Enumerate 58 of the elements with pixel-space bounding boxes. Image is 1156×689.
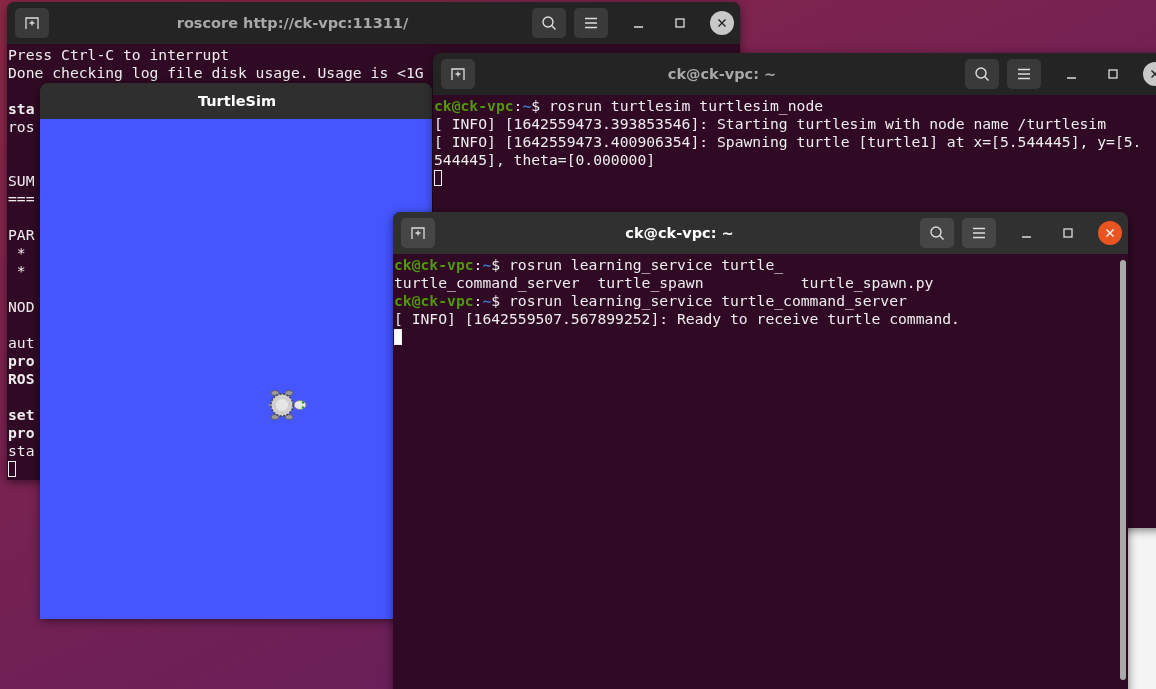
terminal-line: Press Ctrl-C to interrupt [8, 46, 230, 64]
terminal-line: pro [8, 352, 35, 370]
scrollbar-thumb[interactable] [1120, 260, 1126, 680]
terminal-line: NOD [8, 298, 35, 316]
close-button[interactable] [710, 11, 734, 35]
new-tab-icon [24, 15, 40, 31]
new-tab-icon [410, 225, 426, 241]
terminal-line: turtle_command_server turtle_spawn turtle_spawn.py [394, 274, 934, 292]
terminal-line: PAR [8, 226, 35, 244]
menu-button[interactable] [962, 218, 996, 248]
terminal-line: sta [8, 442, 35, 460]
menu-button[interactable] [574, 8, 608, 38]
close-button[interactable] [1098, 221, 1122, 245]
terminal-line: sta [8, 100, 35, 118]
terminal-line: * [15, 244, 26, 262]
new-tab-button[interactable] [441, 59, 475, 89]
terminal-line: [ INFO] [1642559473.393853546]: Starting turtlesim with node name /turtlesim [434, 115, 1107, 133]
terminal-line: ck@ck-vpc:~$ rosrun turtlesim turtlesim_node [434, 97, 824, 115]
terminal-line: === [8, 190, 35, 208]
close-icon [717, 18, 727, 28]
minimize-icon [633, 26, 643, 28]
window-title: ck@ck-vpc: ~ [666, 66, 778, 82]
search-button[interactable] [920, 218, 954, 248]
terminal-line: Done checking log file disk usage. Usage is <1G [8, 64, 424, 82]
search-button[interactable] [532, 8, 566, 38]
close-icon [1105, 228, 1115, 238]
new-tab-button[interactable] [15, 8, 49, 38]
search-icon [974, 66, 990, 82]
turtle-icon [266, 388, 308, 422]
new-tab-icon [450, 66, 466, 82]
search-icon [929, 225, 945, 241]
terminal-line: [ INFO] [1642559473.400906354]: Spawning turtle [turtle1] at x=[5.544445], y=[5. [434, 133, 1142, 151]
maximize-icon [1108, 69, 1118, 79]
window-title: roscore http://ck-vpc:11311/ [175, 15, 410, 31]
new-tab-button[interactable] [401, 218, 435, 248]
maximize-icon [675, 18, 685, 28]
menu-icon [584, 17, 598, 29]
maximize-icon [1063, 228, 1073, 238]
terminal-line: ck@ck-vpc:~$ rosrun learning_service turtle_ [394, 256, 784, 274]
minimize-icon [1021, 236, 1031, 238]
terminal-line: ros [8, 118, 35, 136]
terminal-line: SUM [8, 172, 35, 190]
terminal-line: ROS [8, 370, 35, 388]
terminal-line: 544445], theta=[0.000000] [434, 151, 656, 169]
minimize-icon [1066, 77, 1076, 79]
terminal-line: ck@ck-vpc:~$ rosrun learning_service turtle_command_server [394, 292, 907, 310]
terminal-line: set [8, 406, 35, 424]
terminal-line: [ INFO] [1642559507.567899252]: Ready to receive turtle command. [394, 310, 960, 328]
terminal-line: aut [8, 334, 35, 352]
window-title: ck@ck-vpc: ~ [624, 225, 735, 241]
menu-icon [1017, 68, 1031, 80]
search-button[interactable] [965, 59, 999, 89]
menu-icon [972, 227, 986, 239]
window-title: TurtleSim [197, 93, 277, 109]
menu-button[interactable] [1007, 59, 1041, 89]
terminal-line: pro [8, 424, 35, 442]
search-icon [541, 15, 557, 31]
terminal-line: * [15, 262, 26, 280]
